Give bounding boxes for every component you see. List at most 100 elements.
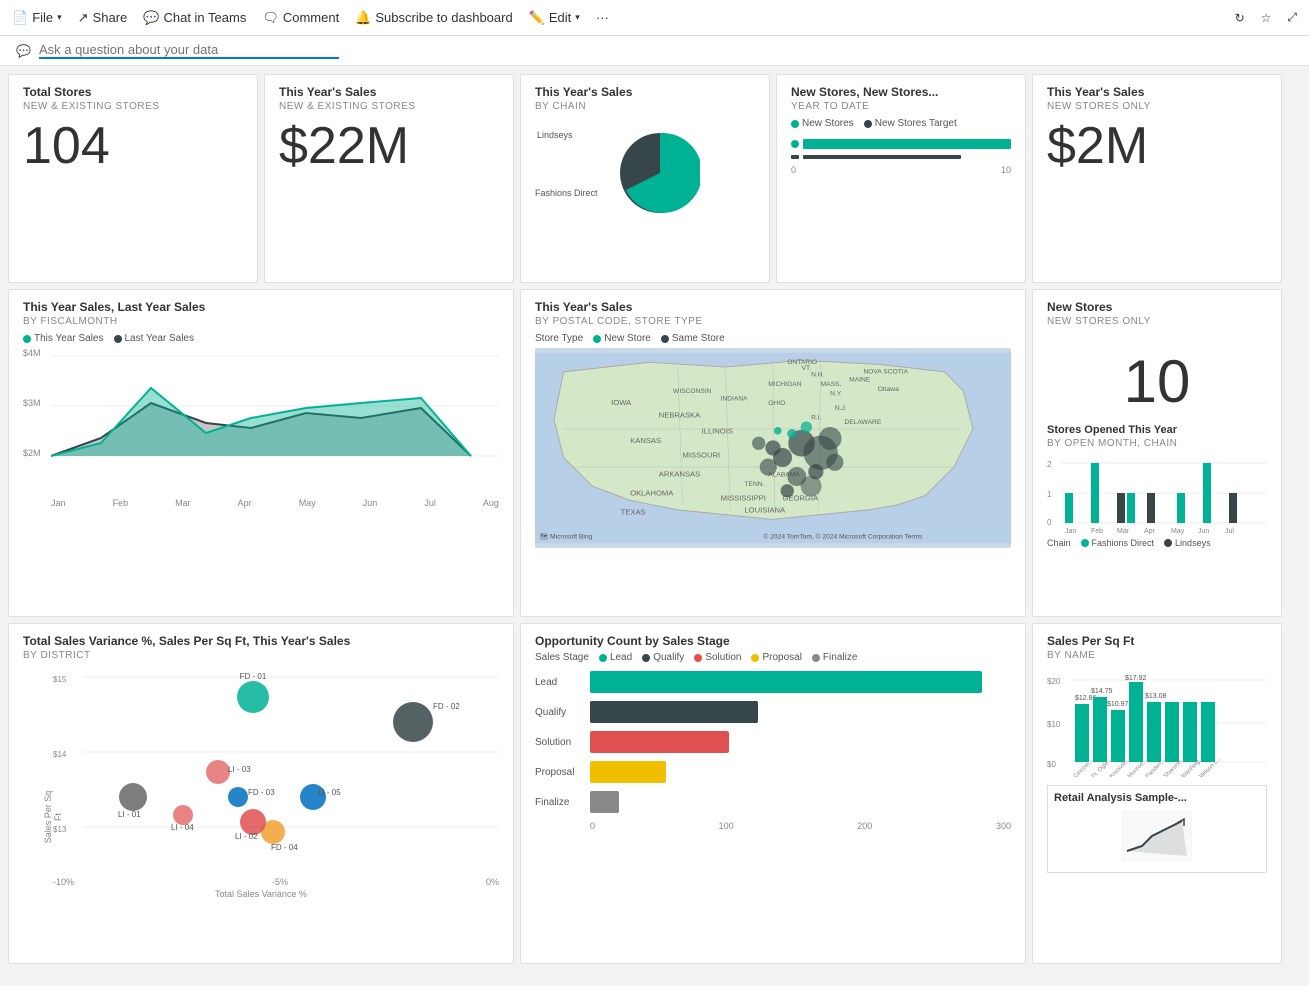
chain-legend: Chain Fashions Direct Lindseys <box>1047 538 1267 548</box>
pie-svg <box>590 118 700 218</box>
edit-button[interactable]: ✏️ Edit ▾ <box>529 10 580 26</box>
scatter-x-labels: -10% -5% 0% <box>53 877 499 887</box>
svg-text:NEBRASKA: NEBRASKA <box>659 411 701 420</box>
bar-feb-teal <box>1091 463 1099 523</box>
subscribe-button[interactable]: 🔔 Subscribe to dashboard <box>355 10 513 26</box>
legend-solution: Solution <box>694 652 741 663</box>
legend-proposal: Proposal <box>751 652 801 663</box>
edit-icon: ✏️ <box>529 10 545 26</box>
lindseys-dot <box>1164 539 1172 547</box>
svg-text:ONTARIO: ONTARIO <box>787 359 817 366</box>
question-icon: 💬 <box>16 44 31 58</box>
svg-text:MASS.: MASS. <box>821 381 842 388</box>
finalize-dot <box>812 654 820 662</box>
svg-text:1: 1 <box>1047 490 1052 499</box>
x-axis-labels: Jan Feb Mar Apr May Jun Jul Aug <box>51 498 499 508</box>
svg-text:INDIANA: INDIANA <box>721 395 749 402</box>
svg-text:FD - 01: FD - 01 <box>240 672 267 681</box>
line-chart-legend: This Year Sales Last Year Sales <box>23 333 499 344</box>
svg-text:DELAWARE: DELAWARE <box>844 419 881 426</box>
bar-monroe <box>1129 682 1143 762</box>
stores-opened-section: Stores Opened This Year BY OPEN MONTH, C… <box>1047 424 1267 548</box>
fullscreen-icon[interactable]: ⤢ <box>1287 10 1297 25</box>
opp-bar-qualify <box>590 701 758 723</box>
total-stores-value: 104 <box>23 120 243 172</box>
comment-button[interactable]: 🗨 Comment <box>262 10 339 26</box>
sales-new-only-card: This Year's Sales NEW STORES ONLY $2M <box>1032 74 1282 283</box>
map-card: This Year's Sales BY POSTAL CODE, STORE … <box>520 289 1026 617</box>
sales-sqft-subtitle: BY NAME <box>1047 650 1267 661</box>
bar-mar-dark <box>1117 493 1125 523</box>
new-store-dot-2 <box>774 427 782 435</box>
this-year-sales-card: This Year's Sales NEW & EXISTING STORES … <box>264 74 514 283</box>
scatter-li01 <box>119 783 147 811</box>
bar-wilson <box>1201 702 1215 762</box>
solution-dot <box>694 654 702 662</box>
opp-bar-lead <box>590 671 982 693</box>
line-chart-svg <box>51 348 499 503</box>
file-menu[interactable]: 📄 File ▾ <box>12 10 62 26</box>
total-stores-card: Total Stores NEW & EXISTING STORES 104 <box>8 74 258 283</box>
bar-sharonn <box>1165 702 1179 762</box>
stores-opened-title: Stores Opened This Year <box>1047 424 1267 436</box>
new-store-dot-1 <box>787 429 797 439</box>
last-year-dot <box>114 335 122 343</box>
svg-text:$13: $13 <box>53 825 67 834</box>
svg-text:🗺 Microsoft Bing: 🗺 Microsoft Bing <box>540 532 593 540</box>
svg-text:ILLINOIS: ILLINOIS <box>702 427 733 436</box>
edit-chevron-icon: ▾ <box>575 12 580 23</box>
question-input[interactable] <box>39 42 319 57</box>
scatter-fd01 <box>237 681 269 713</box>
opp-row-proposal: Proposal <box>590 761 1011 783</box>
dashboard: Total Stores NEW & EXISTING STORES 104 T… <box>0 66 1309 972</box>
svg-text:NOVA SCOTIA: NOVA SCOTIA <box>863 369 908 376</box>
more-options-button[interactable]: ··· <box>596 10 609 25</box>
svg-text:$20: $20 <box>1047 677 1061 686</box>
star-icon[interactable]: ☆ <box>1261 11 1272 25</box>
refresh-icon[interactable]: ↻ <box>1235 11 1245 25</box>
store-cluster-12 <box>752 437 765 450</box>
svg-text:$14.75: $14.75 <box>1091 688 1113 695</box>
svg-text:Mar: Mar <box>1117 528 1130 535</box>
pie-label-lindseys: Lindseys <box>537 130 573 140</box>
opp-label-lead: Lead <box>535 677 557 688</box>
svg-text:LI - 02: LI - 02 <box>235 832 258 841</box>
chat-in-teams-button[interactable]: 💬 Chat in Teams <box>143 10 246 26</box>
proposal-dot <box>751 654 759 662</box>
svg-text:Jul: Jul <box>1225 528 1234 535</box>
legend-lead: Lead <box>599 652 632 663</box>
opp-row-qualify: Qualify <box>590 701 1011 723</box>
opportunity-bars: Lead Qualify Solution Proposal Finalize <box>535 671 1011 831</box>
svg-text:$17.92: $17.92 <box>1125 675 1147 682</box>
opp-row-solution: Solution <box>590 731 1011 753</box>
svg-text:$10.97: $10.97 <box>1107 701 1129 708</box>
map-title: This Year's Sales <box>535 300 1011 314</box>
svg-text:2: 2 <box>1047 460 1052 469</box>
store-cluster-4 <box>819 427 842 450</box>
line-chart-area: $4M $3M $2M Jan Feb Mar Apr May <box>23 348 499 508</box>
bar-apr-dark <box>1147 493 1155 523</box>
retail-thumb-svg <box>1122 811 1192 861</box>
sales-new-only-title: This Year's Sales <box>1047 85 1267 99</box>
sqft-chart-area: $20 $10 $0 $12.86 $14.75 $10.97 $17.92 $… <box>1047 667 1267 777</box>
opp-label-proposal: Proposal <box>535 767 574 778</box>
new-store-dot <box>593 335 601 343</box>
svg-text:MAINE: MAINE <box>849 376 871 383</box>
scatter-li04 <box>173 805 193 825</box>
this-year-sales-value: $22M <box>279 120 499 172</box>
svg-text:LI - 05: LI - 05 <box>318 788 341 797</box>
scatter-subtitle: BY DISTRICT <box>23 650 499 661</box>
x-axis-title: Total Sales Variance % <box>23 889 499 899</box>
new-stores-value: 10 <box>1047 347 1267 416</box>
lead-dot <box>599 654 607 662</box>
svg-text:FD - 02: FD - 02 <box>433 702 460 711</box>
svg-text:MISSOURI: MISSOURI <box>683 451 721 460</box>
bar-knoxville <box>1111 710 1125 762</box>
legend-lindseys: Lindseys <box>1164 538 1211 548</box>
opp-label-solution: Solution <box>535 737 571 748</box>
bar-jan-teal <box>1065 493 1073 523</box>
share-button[interactable]: ↗ Share <box>78 10 128 26</box>
bar-jul-dark <box>1229 493 1237 523</box>
opp-row-finalize: Finalize <box>590 791 1011 813</box>
bar-washing <box>1183 702 1197 762</box>
